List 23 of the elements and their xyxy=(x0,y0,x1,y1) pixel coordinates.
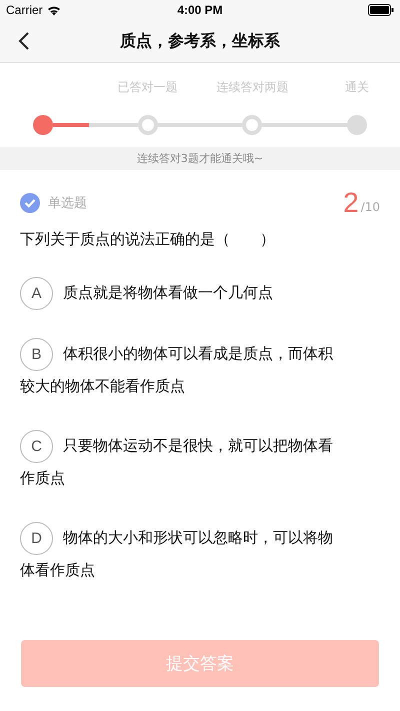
back-icon xyxy=(18,31,30,51)
check-icon xyxy=(20,193,40,213)
carrier-label: Carrier xyxy=(6,3,43,17)
answer-option[interactable]: A 质点就是将物体看做一个几何点 xyxy=(20,277,380,310)
step-label: 已答对一题 xyxy=(116,79,179,96)
option-letter: D xyxy=(20,522,53,555)
question-number: 2 xyxy=(343,187,359,219)
question-text: 下列关于质点的说法正确的是（ ） xyxy=(20,230,276,249)
battery-icon xyxy=(368,4,394,16)
page-title: 质点，参考系，坐标系 xyxy=(120,30,280,52)
option-letter: C xyxy=(20,430,53,463)
answer-option[interactable]: C 只要物体运动不是很快，就可以把物体看作质点 xyxy=(20,430,380,494)
answer-option[interactable]: D 物体的大小和形状可以忽略时，可以将物体看作质点 xyxy=(20,522,380,586)
question-type: 单选题 xyxy=(48,195,88,212)
time-label: 4:00 PM xyxy=(177,3,223,17)
option-letter: B xyxy=(20,338,53,371)
step-label: 连续答对两题 xyxy=(215,79,290,96)
answer-option[interactable]: B 体积很小的物体可以看成是质点，而体积较大的物体不能看作质点 xyxy=(20,338,380,402)
option-letter: A xyxy=(20,277,53,310)
wifi-icon xyxy=(46,4,61,16)
hint-text: 连续答对3题才能通关哦~ xyxy=(0,147,400,170)
step-label: 通关 xyxy=(344,79,370,96)
question-total: /10 xyxy=(360,200,380,214)
